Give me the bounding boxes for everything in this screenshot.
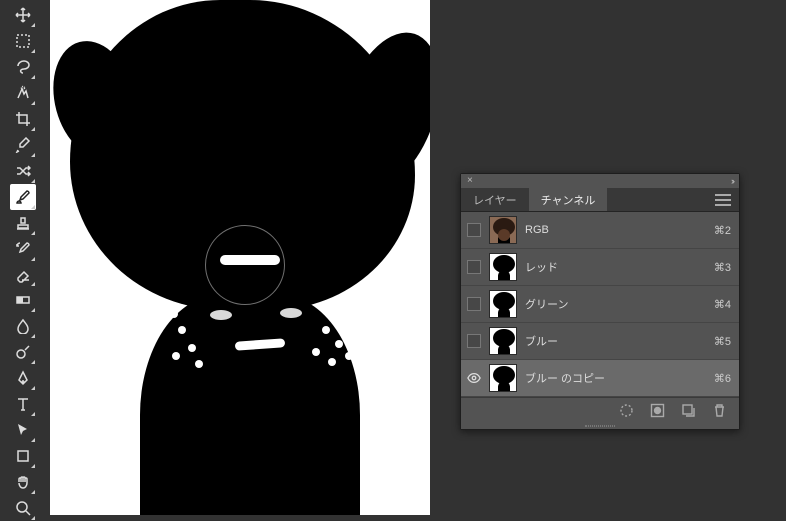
channel-label: グリーン <box>525 296 706 312</box>
channel-label: RGB <box>525 224 706 236</box>
history-brush-tool[interactable] <box>10 236 36 262</box>
canvas-artwork <box>328 358 336 366</box>
panel-topbar[interactable]: × ›› <box>461 174 739 188</box>
channel-shortcut: ⌘4 <box>714 298 731 311</box>
quick-select-tool[interactable] <box>10 80 36 106</box>
stamp-tool[interactable] <box>10 210 36 236</box>
canvas-artwork <box>188 344 196 352</box>
channel-row[interactable]: RGB ⌘2 <box>461 212 739 249</box>
channel-thumbnail[interactable] <box>489 216 517 244</box>
brush-tool[interactable] <box>10 184 36 210</box>
lasso-tool[interactable] <box>10 54 36 80</box>
panel-resize-handle[interactable] <box>461 423 739 429</box>
visibility-toggle[interactable] <box>467 297 481 311</box>
channel-label: ブルー のコピー <box>525 370 706 386</box>
channel-row[interactable]: ブルー のコピー ⌘6 <box>461 360 739 397</box>
tab-layers[interactable]: レイヤー <box>461 188 529 211</box>
collapse-icon[interactable]: ›› <box>731 176 733 186</box>
canvas-artwork <box>345 352 353 360</box>
save-selection-mask-icon[interactable] <box>650 403 665 418</box>
channel-thumbnail[interactable] <box>489 253 517 281</box>
visibility-toggle[interactable] <box>467 223 481 237</box>
canvas-artwork <box>312 348 320 356</box>
channel-row[interactable]: レッド ⌘3 <box>461 249 739 286</box>
gradient-tool[interactable] <box>10 287 36 313</box>
close-icon[interactable]: × <box>467 176 473 186</box>
document-canvas[interactable] <box>50 0 430 515</box>
delete-channel-icon[interactable] <box>712 403 727 418</box>
new-channel-icon[interactable] <box>681 403 696 418</box>
channels-panel: × ›› レイヤー チャンネル RGB⌘2レッド⌘3グリーン⌘4ブルー⌘5ブルー… <box>460 173 740 430</box>
channel-thumbnail[interactable] <box>489 327 517 355</box>
channel-thumbnail[interactable] <box>489 364 517 392</box>
canvas-artwork <box>195 360 203 368</box>
panel-menu-icon[interactable] <box>715 194 731 206</box>
channel-label: レッド <box>525 259 706 275</box>
canvas-artwork <box>335 340 343 348</box>
canvas-artwork <box>170 310 178 318</box>
type-tool[interactable] <box>10 391 36 417</box>
marquee-tool[interactable] <box>10 28 36 54</box>
eraser-tool[interactable] <box>10 262 36 288</box>
visibility-toggle[interactable] <box>467 371 481 385</box>
canvas-artwork <box>210 310 232 320</box>
channel-label: ブルー <box>525 333 706 349</box>
canvas-artwork <box>322 326 330 334</box>
channel-thumbnail[interactable] <box>489 290 517 318</box>
shape-tool[interactable] <box>10 443 36 469</box>
zoom-tool[interactable] <box>10 495 36 521</box>
panel-footer <box>461 397 739 423</box>
channel-shortcut: ⌘6 <box>714 372 731 385</box>
dodge-tool[interactable] <box>10 339 36 365</box>
canvas-artwork <box>220 255 280 265</box>
move-tool[interactable] <box>10 2 36 28</box>
path-select-tool[interactable] <box>10 417 36 443</box>
tab-label: レイヤー <box>473 192 517 208</box>
pen-tool[interactable] <box>10 365 36 391</box>
channel-list: RGB ⌘2 レッド ⌘3 グリーン ⌘4 ブルー ⌘5 ブルー のコピー ⌘6 <box>461 212 739 397</box>
tab-label: チャンネル <box>541 192 596 208</box>
load-selection-icon[interactable] <box>619 403 634 418</box>
channel-row[interactable]: ブルー ⌘5 <box>461 323 739 360</box>
channel-row[interactable]: グリーン ⌘4 <box>461 286 739 323</box>
hand-tool[interactable] <box>10 469 36 495</box>
crop-tool[interactable] <box>10 106 36 132</box>
canvas-artwork <box>172 352 180 360</box>
canvas-artwork <box>178 326 186 334</box>
canvas-artwork <box>280 308 302 318</box>
eyedropper-tool[interactable] <box>10 132 36 158</box>
channel-shortcut: ⌘5 <box>714 335 731 348</box>
blur-tool[interactable] <box>10 313 36 339</box>
tab-channels[interactable]: チャンネル <box>529 188 608 211</box>
toolbox <box>0 0 46 521</box>
panel-tabs: レイヤー チャンネル <box>461 188 739 212</box>
visibility-toggle[interactable] <box>467 334 481 348</box>
channel-shortcut: ⌘2 <box>714 224 731 237</box>
channel-shortcut: ⌘3 <box>714 261 731 274</box>
shuffle-tool[interactable] <box>10 158 36 184</box>
visibility-toggle[interactable] <box>467 260 481 274</box>
